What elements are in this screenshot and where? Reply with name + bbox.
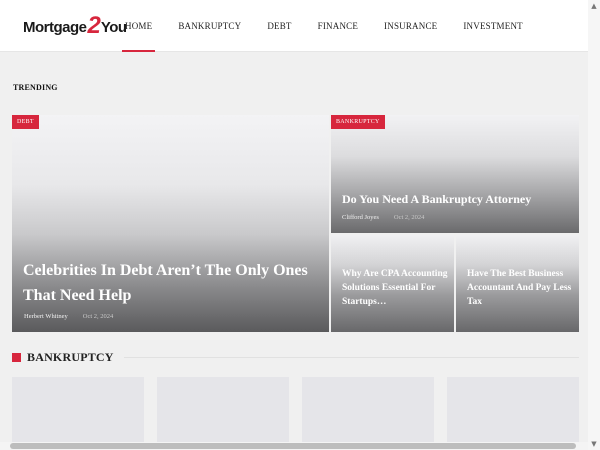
- nav-item-finance[interactable]: FINANCE: [305, 0, 371, 52]
- nav-item-home[interactable]: HOME: [112, 0, 165, 52]
- card-author[interactable]: Clifford Joyes: [342, 214, 379, 221]
- logo-text-2: 2: [87, 12, 101, 39]
- section-title: BANKRUPTCY: [27, 349, 114, 364]
- category-tag-bankruptcy[interactable]: BANKRUPTCY: [331, 115, 385, 129]
- trending-card-top[interactable]: BANKRUPTCY Do You Need A Bankruptcy Atto…: [331, 115, 579, 233]
- card-date: Oct 2, 2024: [393, 214, 425, 221]
- section-header-bankruptcy: BANKRUPTCY: [12, 349, 579, 365]
- site-header: Mortgage 2 You HOME BANKRUPTCY DEBT FINA…: [0, 0, 600, 52]
- card-title[interactable]: Do You Need A Bankruptcy Attorney: [342, 191, 572, 207]
- nav-item-investment[interactable]: INVESTMENT: [450, 0, 536, 52]
- post-thumbnail[interactable]: [302, 377, 434, 450]
- category-tag-debt[interactable]: DEBT: [12, 115, 39, 129]
- section-marker: [12, 352, 21, 362]
- trending-heading: TRENDING: [13, 83, 58, 92]
- post-thumbnail[interactable]: [157, 377, 289, 450]
- nav-item-insurance[interactable]: INSURANCE: [371, 0, 450, 52]
- trending-card-small-2[interactable]: Have The Best Business Accountant And Pa…: [456, 235, 579, 332]
- scroll-up-icon[interactable]: ▲: [588, 0, 600, 12]
- trending-card-main[interactable]: DEBT Celebrities In Debt Aren’t The Only…: [12, 115, 329, 332]
- nav-item-debt[interactable]: DEBT: [254, 0, 304, 52]
- horizontal-scrollbar[interactable]: [0, 442, 588, 450]
- scroll-down-icon[interactable]: ▼: [588, 438, 600, 450]
- card-title[interactable]: Celebrities In Debt Aren’t The Only Ones…: [23, 258, 313, 308]
- scrollbar-thumb[interactable]: [10, 443, 576, 449]
- post-thumbnail[interactable]: [12, 377, 144, 450]
- trending-card-small-1[interactable]: Why Are CPA Accounting Solutions Essenti…: [331, 235, 454, 332]
- card-author[interactable]: Herbert Whitney: [24, 313, 68, 320]
- card-title[interactable]: Why Are CPA Accounting Solutions Essenti…: [342, 267, 450, 309]
- post-thumbnail[interactable]: [447, 377, 579, 450]
- section-divider: [123, 356, 579, 358]
- card-meta: Herbert Whitney Oct 2, 2024: [24, 313, 113, 320]
- card-date: Oct 2, 2024: [82, 313, 114, 320]
- card-meta: Clifford Joyes Oct 2, 2024: [342, 214, 424, 221]
- main-nav: HOME BANKRUPTCY DEBT FINANCE INSURANCE I…: [112, 0, 536, 52]
- vertical-scrollbar[interactable]: ▲ ▼: [588, 0, 600, 450]
- card-title[interactable]: Have The Best Business Accountant And Pa…: [467, 267, 575, 309]
- logo-text-mortgage: Mortgage: [23, 18, 87, 36]
- nav-item-bankruptcy[interactable]: BANKRUPTCY: [165, 0, 254, 52]
